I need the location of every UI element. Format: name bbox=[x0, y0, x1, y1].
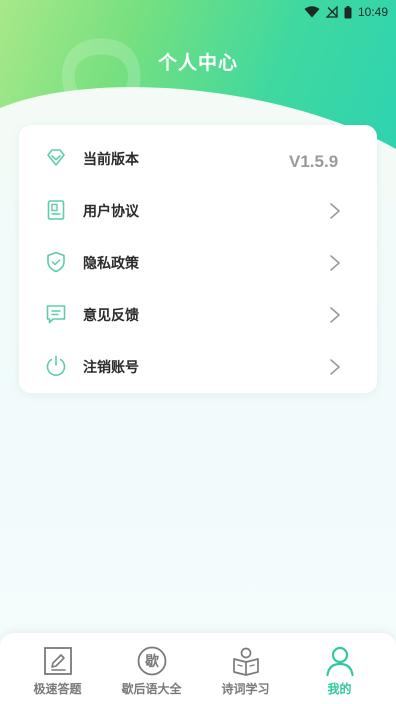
menu-card: 当前版本 V1.5.9 用户协议 隐私政策 意见反馈 注销账号 bbox=[19, 125, 377, 393]
tab-label: 我的 bbox=[327, 682, 352, 696]
power-icon bbox=[46, 355, 66, 376]
menu-item-privacy-policy[interactable]: 隐私政策 bbox=[19, 237, 377, 289]
tab-poetry[interactable]: 诗词学习 bbox=[196, 633, 295, 704]
chevron-right-icon bbox=[330, 255, 340, 271]
menu-item-feedback[interactable]: 意见反馈 bbox=[19, 289, 377, 341]
feedback-icon bbox=[46, 305, 66, 324]
tab-label: 诗词学习 bbox=[221, 682, 270, 696]
status-time: 10:49 bbox=[357, 5, 388, 19]
tab-label: 极速答题 bbox=[33, 682, 82, 696]
person-icon bbox=[326, 646, 354, 677]
gem-icon bbox=[47, 149, 65, 166]
page-title: 个人中心 bbox=[157, 52, 238, 74]
reading-icon bbox=[233, 647, 259, 676]
chevron-right-icon bbox=[330, 307, 340, 323]
status-bar: 10:49 bbox=[0, 0, 396, 24]
tab-mine[interactable]: 我的 bbox=[290, 633, 389, 704]
menu-item-version[interactable]: 当前版本 V1.5.9 bbox=[19, 133, 377, 185]
tab-label: 歇后语大全 bbox=[121, 682, 182, 696]
menu-item-delete-account[interactable]: 注销账号 bbox=[19, 341, 377, 393]
menu-item-label: 注销账号 bbox=[83, 360, 139, 376]
document-icon bbox=[47, 200, 65, 220]
battery-icon bbox=[344, 5, 352, 18]
bottom-tab-bar: 极速答题 歇 歇后语大全 诗词学习 我的 bbox=[0, 633, 396, 704]
wifi-icon bbox=[304, 6, 320, 18]
menu-item-label: 当前版本 bbox=[83, 152, 139, 168]
menu-item-user-agreement[interactable]: 用户协议 bbox=[19, 185, 377, 237]
chevron-right-icon bbox=[330, 203, 340, 219]
xie-badge-char: 歇 bbox=[144, 653, 159, 670]
xie-badge-icon: 歇 bbox=[137, 646, 167, 676]
edit-icon bbox=[44, 647, 72, 675]
chevron-right-icon bbox=[330, 359, 340, 375]
tab-xiehouyu[interactable]: 歇 歇后语大全 bbox=[102, 633, 201, 704]
menu-item-label: 用户协议 bbox=[83, 204, 139, 220]
shield-icon bbox=[47, 251, 65, 273]
version-value: V1.5.9 bbox=[289, 152, 339, 171]
tab-quick-quiz[interactable]: 极速答题 bbox=[8, 633, 107, 704]
menu-item-label: 隐私政策 bbox=[83, 256, 139, 272]
menu-item-label: 意见反馈 bbox=[83, 308, 139, 324]
no-signal-icon bbox=[325, 6, 338, 18]
